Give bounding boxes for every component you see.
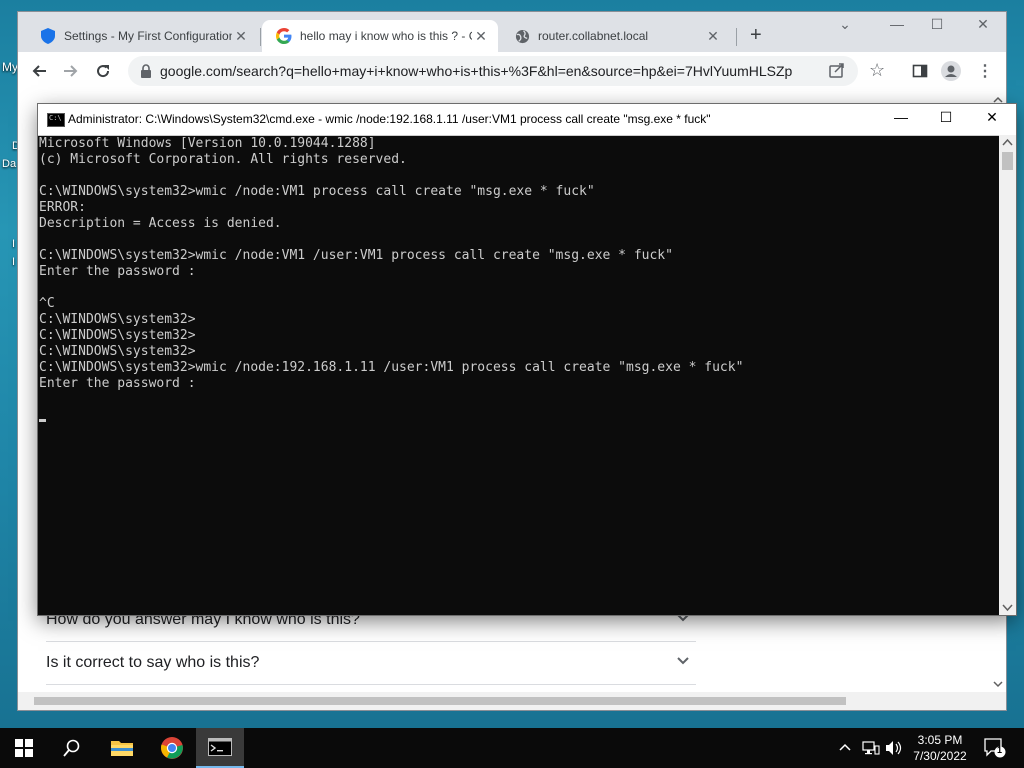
shield-icon (40, 28, 56, 44)
cmd-taskbar-button[interactable] (196, 728, 244, 768)
search-button[interactable] (48, 728, 96, 768)
cmd-icon (47, 113, 65, 127)
console-line: C:\WINDOWS\system32>wmic /node:VM1 /user… (39, 248, 673, 263)
close-window-icon[interactable]: ✕ (968, 16, 998, 33)
lock-icon[interactable] (140, 64, 152, 78)
search-icon (63, 739, 80, 757)
notification-icon[interactable]: 1 (984, 738, 1006, 761)
maximize-icon[interactable]: ☐ (931, 109, 961, 129)
browser-toolbar: google.com/search?q=hello+may+i+know+who… (18, 52, 1006, 90)
related-question[interactable]: Is it correct to say who is this? (46, 642, 696, 685)
scrollbar-thumb[interactable] (34, 697, 846, 705)
close-icon[interactable]: ✕ (232, 28, 250, 45)
chrome-icon (161, 737, 183, 759)
new-tab-button[interactable]: + (750, 25, 762, 45)
clock-date: 7/30/2022 (913, 749, 967, 763)
reload-icon[interactable] (92, 60, 114, 82)
desktop-icon-label[interactable]: I (12, 238, 15, 250)
forward-arrow-icon[interactable] (60, 60, 82, 82)
side-panel-icon[interactable] (909, 60, 931, 82)
chevron-up-icon[interactable] (838, 740, 852, 757)
globe-icon (514, 28, 530, 44)
tab-settings[interactable]: Settings - My First Configuration ✕ (26, 20, 258, 52)
clock-time: 3:05 PM (917, 733, 963, 747)
tab-title: Settings - My First Configuration (64, 29, 232, 43)
close-icon[interactable]: ✕ (977, 109, 1007, 129)
google-icon (276, 28, 292, 44)
profile-avatar-icon[interactable] (940, 60, 962, 82)
question-text: Is it correct to say who is this? (46, 654, 260, 671)
minimize-icon[interactable]: — (882, 16, 912, 32)
console-line: C:\WINDOWS\system32> (39, 312, 196, 327)
tab-title: router.collabnet.local (538, 29, 649, 43)
console-output[interactable]: Microsoft Windows [Version 10.0.19044.12… (38, 135, 998, 615)
console-line: C:\WINDOWS\system32> (39, 328, 196, 343)
cmd-window: Administrator: C:\Windows\System32\cmd.e… (38, 104, 1016, 615)
chrome-taskbar-button[interactable] (148, 728, 196, 768)
console-line: C:\WINDOWS\system32>wmic /node:VM1 proce… (39, 184, 595, 199)
url-text[interactable]: google.com/search?q=hello+may+i+know+who… (160, 63, 792, 79)
windows-logo-icon (15, 739, 33, 757)
tab-separator (260, 28, 261, 46)
close-icon[interactable]: ✕ (472, 28, 490, 45)
minimize-icon[interactable]: — (886, 109, 916, 129)
file-explorer-button[interactable] (98, 728, 146, 768)
desktop-icon-label[interactable]: My (2, 60, 18, 74)
maximize-icon[interactable]: ☐ (922, 16, 952, 33)
taskbar: 3:05 PM 7/30/2022 1 (0, 728, 1024, 768)
desktop-icon-label[interactable]: I (12, 256, 15, 268)
cmd-title-bar[interactable]: Administrator: C:\Windows\System32\cmd.e… (38, 104, 1016, 136)
close-icon[interactable]: ✕ (704, 28, 722, 45)
tab-router[interactable]: router.collabnet.local ✕ (500, 20, 730, 52)
network-icon[interactable] (862, 740, 880, 759)
tab-search-chevron-icon[interactable]: ⌄ (830, 16, 860, 33)
text-cursor (39, 419, 46, 422)
console-line: (c) Microsoft Corporation. All rights re… (39, 152, 407, 167)
console-line: Enter the password : (39, 376, 196, 391)
console-line: ^C (39, 296, 55, 311)
taskbar-clock[interactable]: 3:05 PM 7/30/2022 (900, 732, 980, 764)
bookmark-star-icon[interactable]: ☆ (869, 60, 885, 81)
back-arrow-icon[interactable] (28, 60, 50, 82)
tab-google-search[interactable]: hello may i know who is this ? - Google … (262, 20, 498, 52)
scrollbar-thumb[interactable] (1002, 152, 1013, 170)
chevron-down-icon[interactable] (676, 654, 690, 668)
address-bar[interactable]: google.com/search?q=hello+may+i+know+who… (128, 56, 885, 86)
share-icon[interactable] (828, 62, 846, 85)
console-line: Microsoft Windows [Version 10.0.19044.12… (39, 136, 376, 151)
terminal-icon (208, 738, 232, 756)
folder-icon (111, 741, 133, 756)
console-line: C:\WINDOWS\system32> (39, 344, 196, 359)
cmd-window-title: Administrator: C:\Windows\System32\cmd.e… (68, 112, 711, 126)
console-line: Description = Access is denied. (39, 216, 282, 231)
start-button[interactable] (0, 728, 48, 768)
horizontal-scrollbar[interactable] (18, 692, 1006, 710)
more-menu-icon[interactable]: ⋮ (974, 60, 996, 82)
tab-separator (736, 28, 737, 46)
console-line: Enter the password : (39, 264, 196, 279)
tab-title: hello may i know who is this ? - Google … (300, 29, 472, 43)
notification-count: 1 (997, 745, 1003, 755)
tab-strip: Settings - My First Configuration ✕ hell… (18, 12, 1006, 52)
desktop-icon-label[interactable]: Da (2, 158, 16, 170)
console-line: C:\WINDOWS\system32>wmic /node:192.168.1… (39, 360, 744, 375)
cmd-vertical-scrollbar[interactable] (999, 135, 1016, 615)
console-line: ERROR: (39, 200, 86, 215)
